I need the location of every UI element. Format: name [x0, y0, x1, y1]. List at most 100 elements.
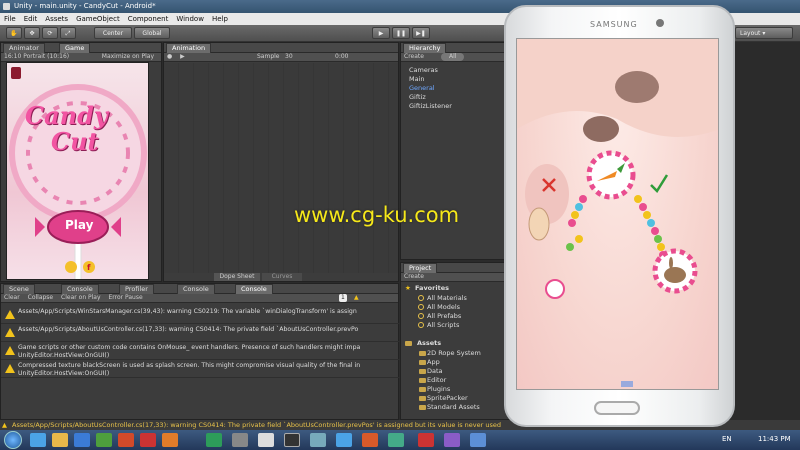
tab-hierarchy[interactable]: Hierarchy: [403, 43, 447, 53]
space-toggle[interactable]: Global: [134, 27, 170, 39]
menu-gameobject[interactable]: GameObject: [72, 15, 124, 23]
message-count[interactable]: 1: [339, 294, 347, 302]
warning-icon: [5, 310, 15, 319]
taskbar-app-icon[interactable]: [96, 433, 112, 447]
tab-game-label: Game: [65, 44, 85, 52]
taskbar-app-icon[interactable]: [206, 433, 222, 447]
console-log-entry[interactable]: Game scripts or other custom code contai…: [1, 343, 401, 360]
tab-profiler[interactable]: Profiler: [119, 284, 154, 294]
start-button[interactable]: [4, 431, 22, 449]
menu-assets[interactable]: Assets: [41, 15, 72, 23]
asset-folder[interactable]: Plugins: [411, 385, 450, 394]
clear-button[interactable]: Clear: [1, 294, 23, 301]
tab-console[interactable]: Console: [61, 284, 99, 294]
hierarchy-item[interactable]: Cameras: [409, 66, 438, 75]
resolution-dropdown[interactable]: 16:10 Portrait (10:16): [1, 53, 72, 60]
dope-sheet-tab[interactable]: Dope Sheet: [214, 273, 260, 281]
console-log-entry[interactable]: Compressed texture blackScreen is used a…: [1, 361, 401, 378]
taskbar-app-icon[interactable]: [362, 433, 378, 447]
taskbar-app-icon[interactable]: [162, 433, 178, 447]
menu-window[interactable]: Window: [172, 15, 208, 23]
favorite-item[interactable]: All Materials: [411, 294, 467, 303]
asset-folder[interactable]: Data: [411, 367, 443, 376]
taskbar-app-icon[interactable]: [310, 433, 326, 447]
play-anim-icon[interactable]: ▶: [177, 53, 188, 60]
pivot-toggle[interactable]: Center: [94, 27, 132, 39]
language-indicator[interactable]: EN: [722, 435, 732, 443]
clear-on-play-button[interactable]: Clear on Play: [58, 294, 104, 301]
rotate-tool-icon[interactable]: ⟳: [42, 27, 58, 39]
scale-tool-icon[interactable]: ⤢: [60, 27, 76, 39]
taskbar-explorer-icon[interactable]: [52, 433, 68, 447]
tab-project[interactable]: Project: [403, 263, 438, 273]
asset-folder[interactable]: Editor: [411, 376, 446, 385]
step-button[interactable]: ▶❚: [412, 27, 430, 39]
assets-header[interactable]: Assets: [401, 339, 441, 348]
tab-animator[interactable]: Animator: [3, 43, 45, 53]
asset-folder[interactable]: SpritePacker: [411, 394, 468, 403]
taskbar-chrome-icon[interactable]: [336, 433, 352, 447]
play-button[interactable]: ▶: [372, 27, 390, 39]
taskbar-unity-icon[interactable]: [284, 433, 300, 447]
hierarchy-item[interactable]: Giftiz: [409, 93, 426, 102]
console-log-entry[interactable]: Assets/App/Scripts/AboutUsController.cs(…: [1, 325, 401, 342]
warning-count-icon[interactable]: ▲: [351, 294, 362, 302]
tab-game[interactable]: Game: [59, 43, 91, 53]
console-message-detail: UnityEditor.HostView:OnGUI(): [18, 351, 110, 359]
layout-dropdown[interactable]: Layout ▾: [735, 27, 793, 39]
favorite-label: All Scripts: [427, 321, 460, 329]
pointer-hand-icon: [528, 207, 550, 241]
taskbar-app-icon[interactable]: [258, 433, 274, 447]
menu-file[interactable]: File: [0, 15, 20, 23]
pause-button[interactable]: ❚❚: [392, 27, 410, 39]
play-button-label[interactable]: Play: [65, 218, 93, 232]
project-create-button[interactable]: Create: [401, 273, 427, 280]
menu-help[interactable]: Help: [208, 15, 232, 23]
collapse-button[interactable]: Collapse: [25, 294, 57, 301]
tab-scene[interactable]: Scene: [3, 284, 35, 294]
favorite-item[interactable]: All Scripts: [411, 321, 459, 330]
maximize-on-play-toggle[interactable]: Maximize on Play: [99, 53, 157, 61]
favorite-item[interactable]: All Prefabs: [411, 312, 461, 321]
timeline-area[interactable]: [164, 63, 398, 273]
hand-tool-icon[interactable]: ✋: [6, 27, 22, 39]
check-icon: [650, 174, 669, 193]
hierarchy-item-selected[interactable]: General: [409, 84, 435, 93]
asset-folder[interactable]: App: [411, 358, 440, 367]
hierarchy-item[interactable]: Main: [409, 75, 425, 84]
taskbar-app-icon[interactable]: [388, 433, 404, 447]
home-button[interactable]: [594, 401, 640, 415]
hierarchy-create-button[interactable]: Create: [401, 53, 427, 60]
taskbar-app-icon[interactable]: [418, 433, 434, 447]
tab-animation[interactable]: Animation: [166, 43, 212, 53]
menu-edit[interactable]: Edit: [20, 15, 42, 23]
taskbar-app-icon[interactable]: [74, 433, 90, 447]
error-pause-button[interactable]: Error Pause: [105, 294, 145, 301]
hierarchy-item[interactable]: GiftizListener: [409, 102, 452, 111]
taskbar-app-icon[interactable]: [140, 433, 156, 447]
taskbar-ie-icon[interactable]: [30, 433, 46, 447]
taskbar-app-icon[interactable]: [232, 433, 248, 447]
asset-folder[interactable]: 2D Rope System: [411, 349, 481, 358]
favorites-header[interactable]: ★ Favorites: [401, 284, 449, 293]
taskbar-app-icon[interactable]: [118, 433, 134, 447]
move-tool-icon[interactable]: ✥: [24, 27, 40, 39]
game-view[interactable]: f Candy Cut Play: [6, 62, 149, 280]
tab-console-2[interactable]: Console: [177, 284, 215, 294]
sample-value[interactable]: 30: [282, 53, 296, 61]
taskbar-app-icon[interactable]: [470, 433, 486, 447]
tab-console-3[interactable]: Console: [235, 284, 273, 294]
giftiz-icon[interactable]: [11, 67, 21, 79]
hierarchy-search[interactable]: All: [441, 53, 465, 61]
console-log-entry[interactable]: Assets/App/Scripts/WinStarsManager.cs(39…: [1, 307, 401, 324]
record-icon[interactable]: ●: [164, 53, 175, 60]
settings-icon[interactable]: [65, 261, 77, 273]
clock[interactable]: 11:43 PM: [758, 435, 791, 443]
curves-tab[interactable]: Curves: [262, 273, 302, 281]
phone-screen[interactable]: [516, 38, 719, 390]
asset-folder[interactable]: Standard Assets: [411, 403, 480, 412]
taskbar-app-icon[interactable]: [444, 433, 460, 447]
favorite-item[interactable]: All Models: [411, 303, 460, 312]
menu-component[interactable]: Component: [124, 15, 173, 23]
tab-console-label: Console: [67, 285, 93, 293]
